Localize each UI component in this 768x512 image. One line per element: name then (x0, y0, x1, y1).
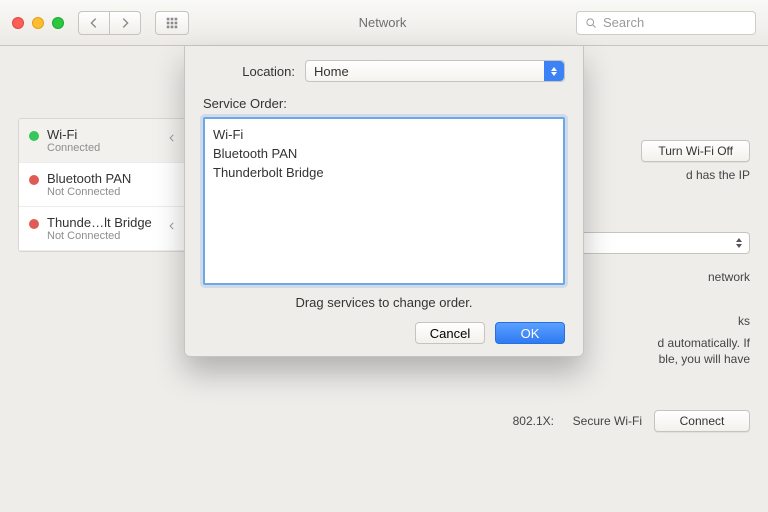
nav-group (78, 11, 141, 35)
service-order-sheet: Location: Home Service Order: Wi-Fi Blue… (184, 46, 584, 357)
sidebar-item-bluetooth-pan[interactable]: Bluetooth PAN Not Connected (19, 163, 187, 207)
minimize-window-button[interactable] (32, 17, 44, 29)
service-order-label: Service Order: (203, 96, 565, 111)
chevron-left-icon (87, 16, 101, 30)
auto-text-fragment-1: d automatically. If (658, 336, 750, 350)
service-sidebar: Wi-Fi Connected Bluetooth PAN Not Connec… (18, 118, 188, 252)
sidebar-item-status: Not Connected (47, 186, 131, 198)
status-dot-icon (29, 175, 39, 185)
sidebar-item-label: Bluetooth PAN (47, 171, 131, 186)
forward-button[interactable] (110, 11, 141, 35)
location-label: Location: (203, 64, 295, 79)
network-popup[interactable] (560, 232, 750, 254)
sidebar-item-status: Connected (47, 142, 100, 154)
list-item[interactable]: Thunderbolt Bridge (213, 163, 555, 182)
stepper-icon (733, 235, 745, 251)
close-window-button[interactable] (12, 17, 24, 29)
ip-text-fragment: d has the IP (686, 168, 750, 182)
location-value: Home (314, 64, 349, 79)
turn-wifi-off-button[interactable]: Turn Wi-Fi Off (641, 140, 750, 162)
zoom-window-button[interactable] (52, 17, 64, 29)
status-dot-icon (29, 131, 39, 141)
updown-arrows-icon (544, 61, 564, 81)
titlebar: Network Search (0, 0, 768, 46)
sidebar-item-status: Not Connected (47, 230, 152, 242)
search-icon (585, 17, 597, 29)
8021x-value: Secure Wi-Fi (573, 414, 642, 428)
list-item[interactable]: Bluetooth PAN (213, 144, 555, 163)
search-placeholder: Search (603, 15, 644, 30)
window-title: Network (197, 15, 568, 30)
chevron-left-icon (167, 133, 177, 143)
grid-icon (165, 16, 179, 30)
list-item[interactable]: Wi-Fi (213, 125, 555, 144)
sidebar-item-label: Wi-Fi (47, 127, 100, 142)
status-dot-icon (29, 219, 39, 229)
drag-hint: Drag services to change order. (203, 295, 565, 310)
ks-text-fragment: ks (738, 314, 750, 328)
chevron-right-icon (118, 16, 132, 30)
sidebar-item-label: Thunde…lt Bridge (47, 215, 152, 230)
service-order-list[interactable]: Wi-Fi Bluetooth PAN Thunderbolt Bridge (203, 117, 565, 285)
ok-button[interactable]: OK (495, 322, 565, 344)
show-all-button[interactable] (155, 11, 189, 35)
window-controls (12, 17, 64, 29)
sidebar-item-wifi[interactable]: Wi-Fi Connected (19, 119, 187, 163)
search-field[interactable]: Search (576, 11, 756, 35)
cancel-button[interactable]: Cancel (415, 322, 485, 344)
network-text-fragment: network (708, 270, 750, 284)
location-select[interactable]: Home (305, 60, 565, 82)
8021x-label: 802.1X: (454, 414, 554, 428)
sidebar-item-thunderbolt-bridge[interactable]: Thunde…lt Bridge Not Connected (19, 207, 187, 251)
back-button[interactable] (78, 11, 110, 35)
connect-button[interactable]: Connect (654, 410, 750, 432)
chevron-left-icon (167, 221, 177, 231)
auto-text-fragment-2: ble, you will have (659, 352, 750, 366)
